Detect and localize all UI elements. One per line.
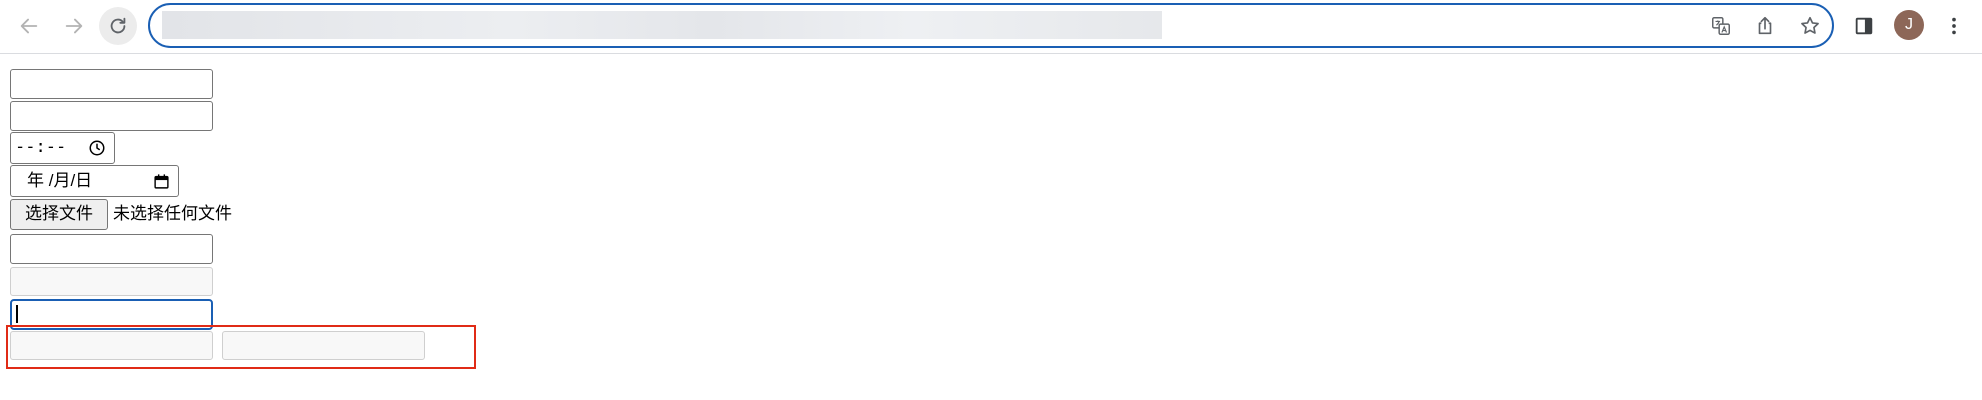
bookmark-star-icon [1801, 16, 1819, 34]
reload-icon [110, 17, 126, 34]
forward-button[interactable] [55, 7, 93, 45]
text-input-1[interactable] [10, 69, 213, 99]
choose-file-button[interactable]: 选择文件 [10, 199, 108, 230]
readonly-input[interactable] [10, 267, 213, 296]
translate-button[interactable] [1708, 13, 1734, 39]
reload-button[interactable] [99, 7, 137, 45]
url-text[interactable] [162, 11, 1162, 39]
browser-toolbar: J [0, 0, 1982, 54]
date-input-value: 年 /月/日 [27, 171, 93, 190]
calendar-icon[interactable] [153, 173, 170, 190]
arrow-left-icon [20, 18, 38, 34]
share-button[interactable] [1752, 13, 1778, 39]
translate-icon [1712, 17, 1730, 35]
more-vert-icon [1952, 17, 1956, 35]
address-bar[interactable] [148, 3, 1834, 48]
clock-icon[interactable] [88, 139, 106, 157]
page-content: --:-- 年 /月/日 选择文件 未选择任何文件 [0, 54, 1982, 400]
arrow-right-icon [65, 18, 83, 34]
time-input[interactable]: --:-- [10, 132, 115, 164]
share-icon [1758, 16, 1772, 35]
side-panel-icon [1855, 17, 1873, 35]
side-panel-button[interactable] [1845, 7, 1883, 45]
text-input-2[interactable] [10, 101, 213, 131]
profile-avatar[interactable]: J [1894, 10, 1924, 40]
text-caret [16, 305, 18, 323]
highlighted-input-2[interactable] [222, 331, 425, 360]
back-button[interactable] [10, 7, 48, 45]
text-input-3[interactable] [10, 234, 213, 264]
bookmark-button[interactable] [1797, 13, 1823, 39]
file-status-text: 未选择任何文件 [113, 204, 232, 223]
time-input-value: --:-- [15, 137, 67, 157]
date-input[interactable]: 年 /月/日 [10, 165, 179, 197]
browser-menu-button[interactable] [1935, 7, 1973, 45]
highlighted-input-1[interactable] [10, 331, 213, 360]
